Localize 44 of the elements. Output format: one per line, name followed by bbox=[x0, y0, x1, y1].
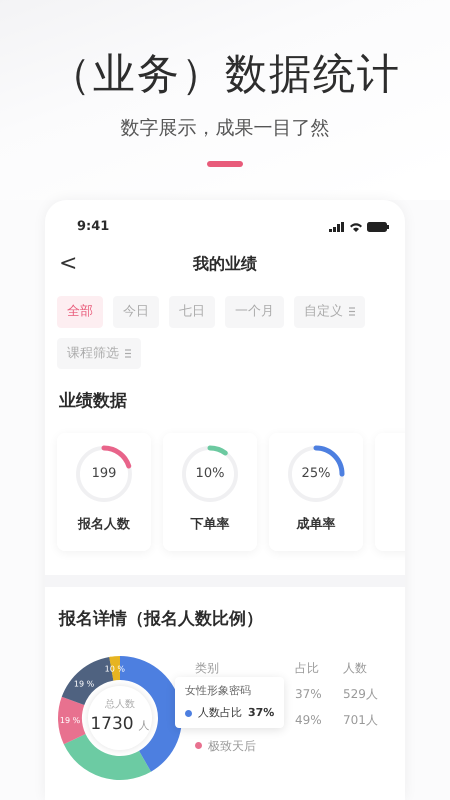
tooltip-title: 女性形象密码 bbox=[185, 682, 252, 698]
column-header: 人数 bbox=[343, 660, 368, 676]
progress-ring bbox=[75, 444, 133, 502]
promo-title: （业务）数据统计 bbox=[48, 48, 402, 100]
stat-value: 10% bbox=[196, 464, 224, 483]
section-title: 报名详情（报名人数比例） bbox=[58, 608, 264, 630]
battery-icon bbox=[367, 222, 389, 232]
filter-chip[interactable]: 七日 bbox=[169, 296, 215, 328]
tooltip-value: 37% bbox=[248, 705, 274, 721]
page-title: 我的业绩 bbox=[193, 253, 257, 275]
filter-chip[interactable]: 自定义 bbox=[294, 296, 365, 328]
list-icon bbox=[349, 307, 355, 316]
stat-value: 199 bbox=[92, 464, 116, 483]
promo-subtitle: 数字展示，成果一目了然 bbox=[120, 116, 330, 141]
accent-bar bbox=[207, 160, 243, 166]
tooltip-label: 人数占比 bbox=[198, 705, 242, 721]
share-value: 37% bbox=[295, 686, 323, 702]
back-button[interactable]: < bbox=[53, 246, 84, 281]
stat-value: 25% bbox=[302, 464, 330, 483]
filter-chip[interactable]: 课程筛选 bbox=[57, 338, 141, 369]
stat-label: 报名人数 bbox=[78, 516, 130, 534]
list-icon bbox=[125, 348, 131, 358]
progress-ring bbox=[181, 444, 239, 502]
filter-chip[interactable]: 今日 bbox=[113, 296, 159, 328]
column-header: 类别 bbox=[195, 660, 220, 676]
filter-chip[interactable]: 一个月 bbox=[225, 296, 284, 328]
slice-label: 19 % bbox=[74, 678, 94, 688]
count-value: 529人 bbox=[343, 686, 379, 702]
column-header: 占比 bbox=[295, 660, 320, 676]
share-value: 49% bbox=[295, 712, 323, 728]
status-time: 9:41 bbox=[77, 218, 110, 236]
total-unit: 人 bbox=[138, 719, 150, 732]
total-value: 1730 bbox=[90, 714, 134, 734]
signal-icon bbox=[329, 222, 345, 232]
total-label: 总人数 bbox=[105, 698, 135, 712]
count-value: 701人 bbox=[343, 712, 379, 728]
category-name: 极致天后 bbox=[208, 738, 256, 754]
progress-ring bbox=[287, 444, 345, 502]
wifi-icon bbox=[349, 222, 363, 232]
stat-label: 下单率 bbox=[190, 516, 230, 534]
slice-label: 19 % bbox=[60, 715, 80, 724]
section-title: 业绩数据 bbox=[58, 390, 128, 413]
stat-label: 成单率 bbox=[296, 516, 336, 534]
filter-chip[interactable]: 全部 bbox=[57, 296, 103, 328]
